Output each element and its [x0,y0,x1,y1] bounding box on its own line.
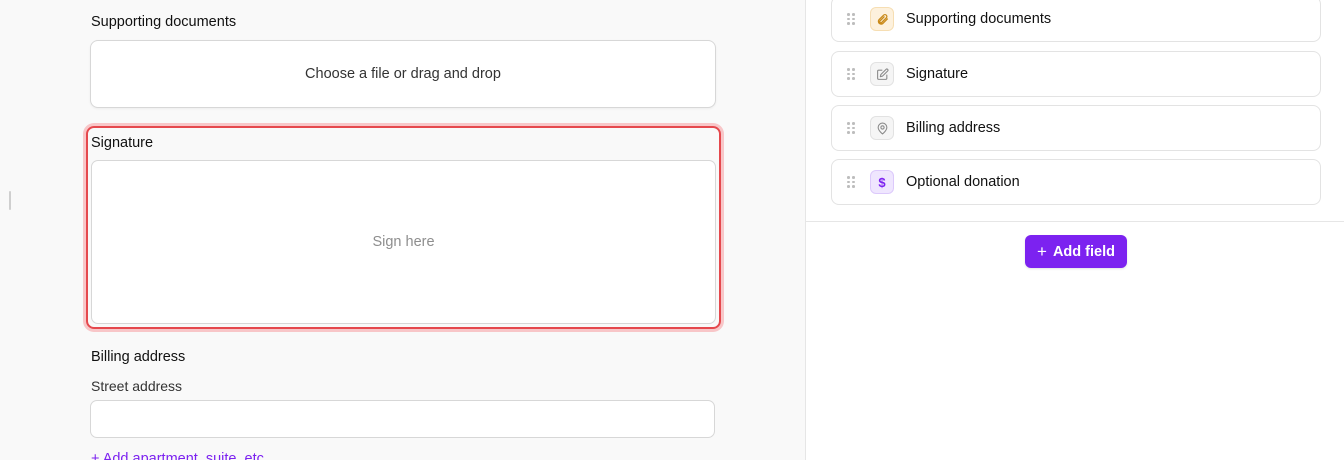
street-address-input[interactable] [90,400,715,438]
file-upload-text: Choose a file or drag and drop [305,66,501,82]
drag-handle-icon[interactable] [847,122,855,134]
field-item-billing-address[interactable]: Billing address [831,105,1321,151]
field-item-label: Billing address [906,120,1001,136]
resize-handle[interactable] [9,191,11,210]
street-address-label: Street address [91,378,183,394]
dollar-icon: $ [870,170,894,194]
signature-placeholder: Sign here [372,234,435,250]
signature-field-selected[interactable]: Signature Sign here [86,126,721,329]
field-item-optional-donation[interactable]: $ Optional donation [831,159,1321,205]
map-pin-icon [870,116,894,140]
field-item-label: Optional donation [906,174,1020,190]
drag-handle-icon[interactable] [847,13,855,25]
field-item-label: Supporting documents [906,11,1052,27]
fields-panel: Supporting documents Signature Billing a… [805,0,1344,460]
supporting-documents-label: Supporting documents [91,14,237,30]
add-field-button[interactable]: + Add field [1025,235,1127,268]
signature-pad[interactable]: Sign here [91,160,716,324]
form-preview-canvas: Supporting documents Choose a file or dr… [0,0,805,460]
pencil-square-icon [870,62,894,86]
file-upload-dropzone[interactable]: Choose a file or drag and drop [90,40,716,108]
add-field-label: Add field [1052,243,1115,260]
field-item-signature[interactable]: Signature [831,51,1321,97]
billing-address-label: Billing address [91,349,186,365]
paperclip-icon [870,7,894,31]
field-item-supporting-documents[interactable]: Supporting documents [831,0,1321,42]
add-apartment-link[interactable]: + Add apartment, suite, etc. [91,451,268,460]
signature-label: Signature [91,135,154,151]
drag-handle-icon[interactable] [847,68,855,80]
panel-divider [806,221,1344,222]
drag-handle-icon[interactable] [847,176,855,188]
plus-icon: + [1037,241,1047,261]
field-item-label: Signature [906,66,969,82]
